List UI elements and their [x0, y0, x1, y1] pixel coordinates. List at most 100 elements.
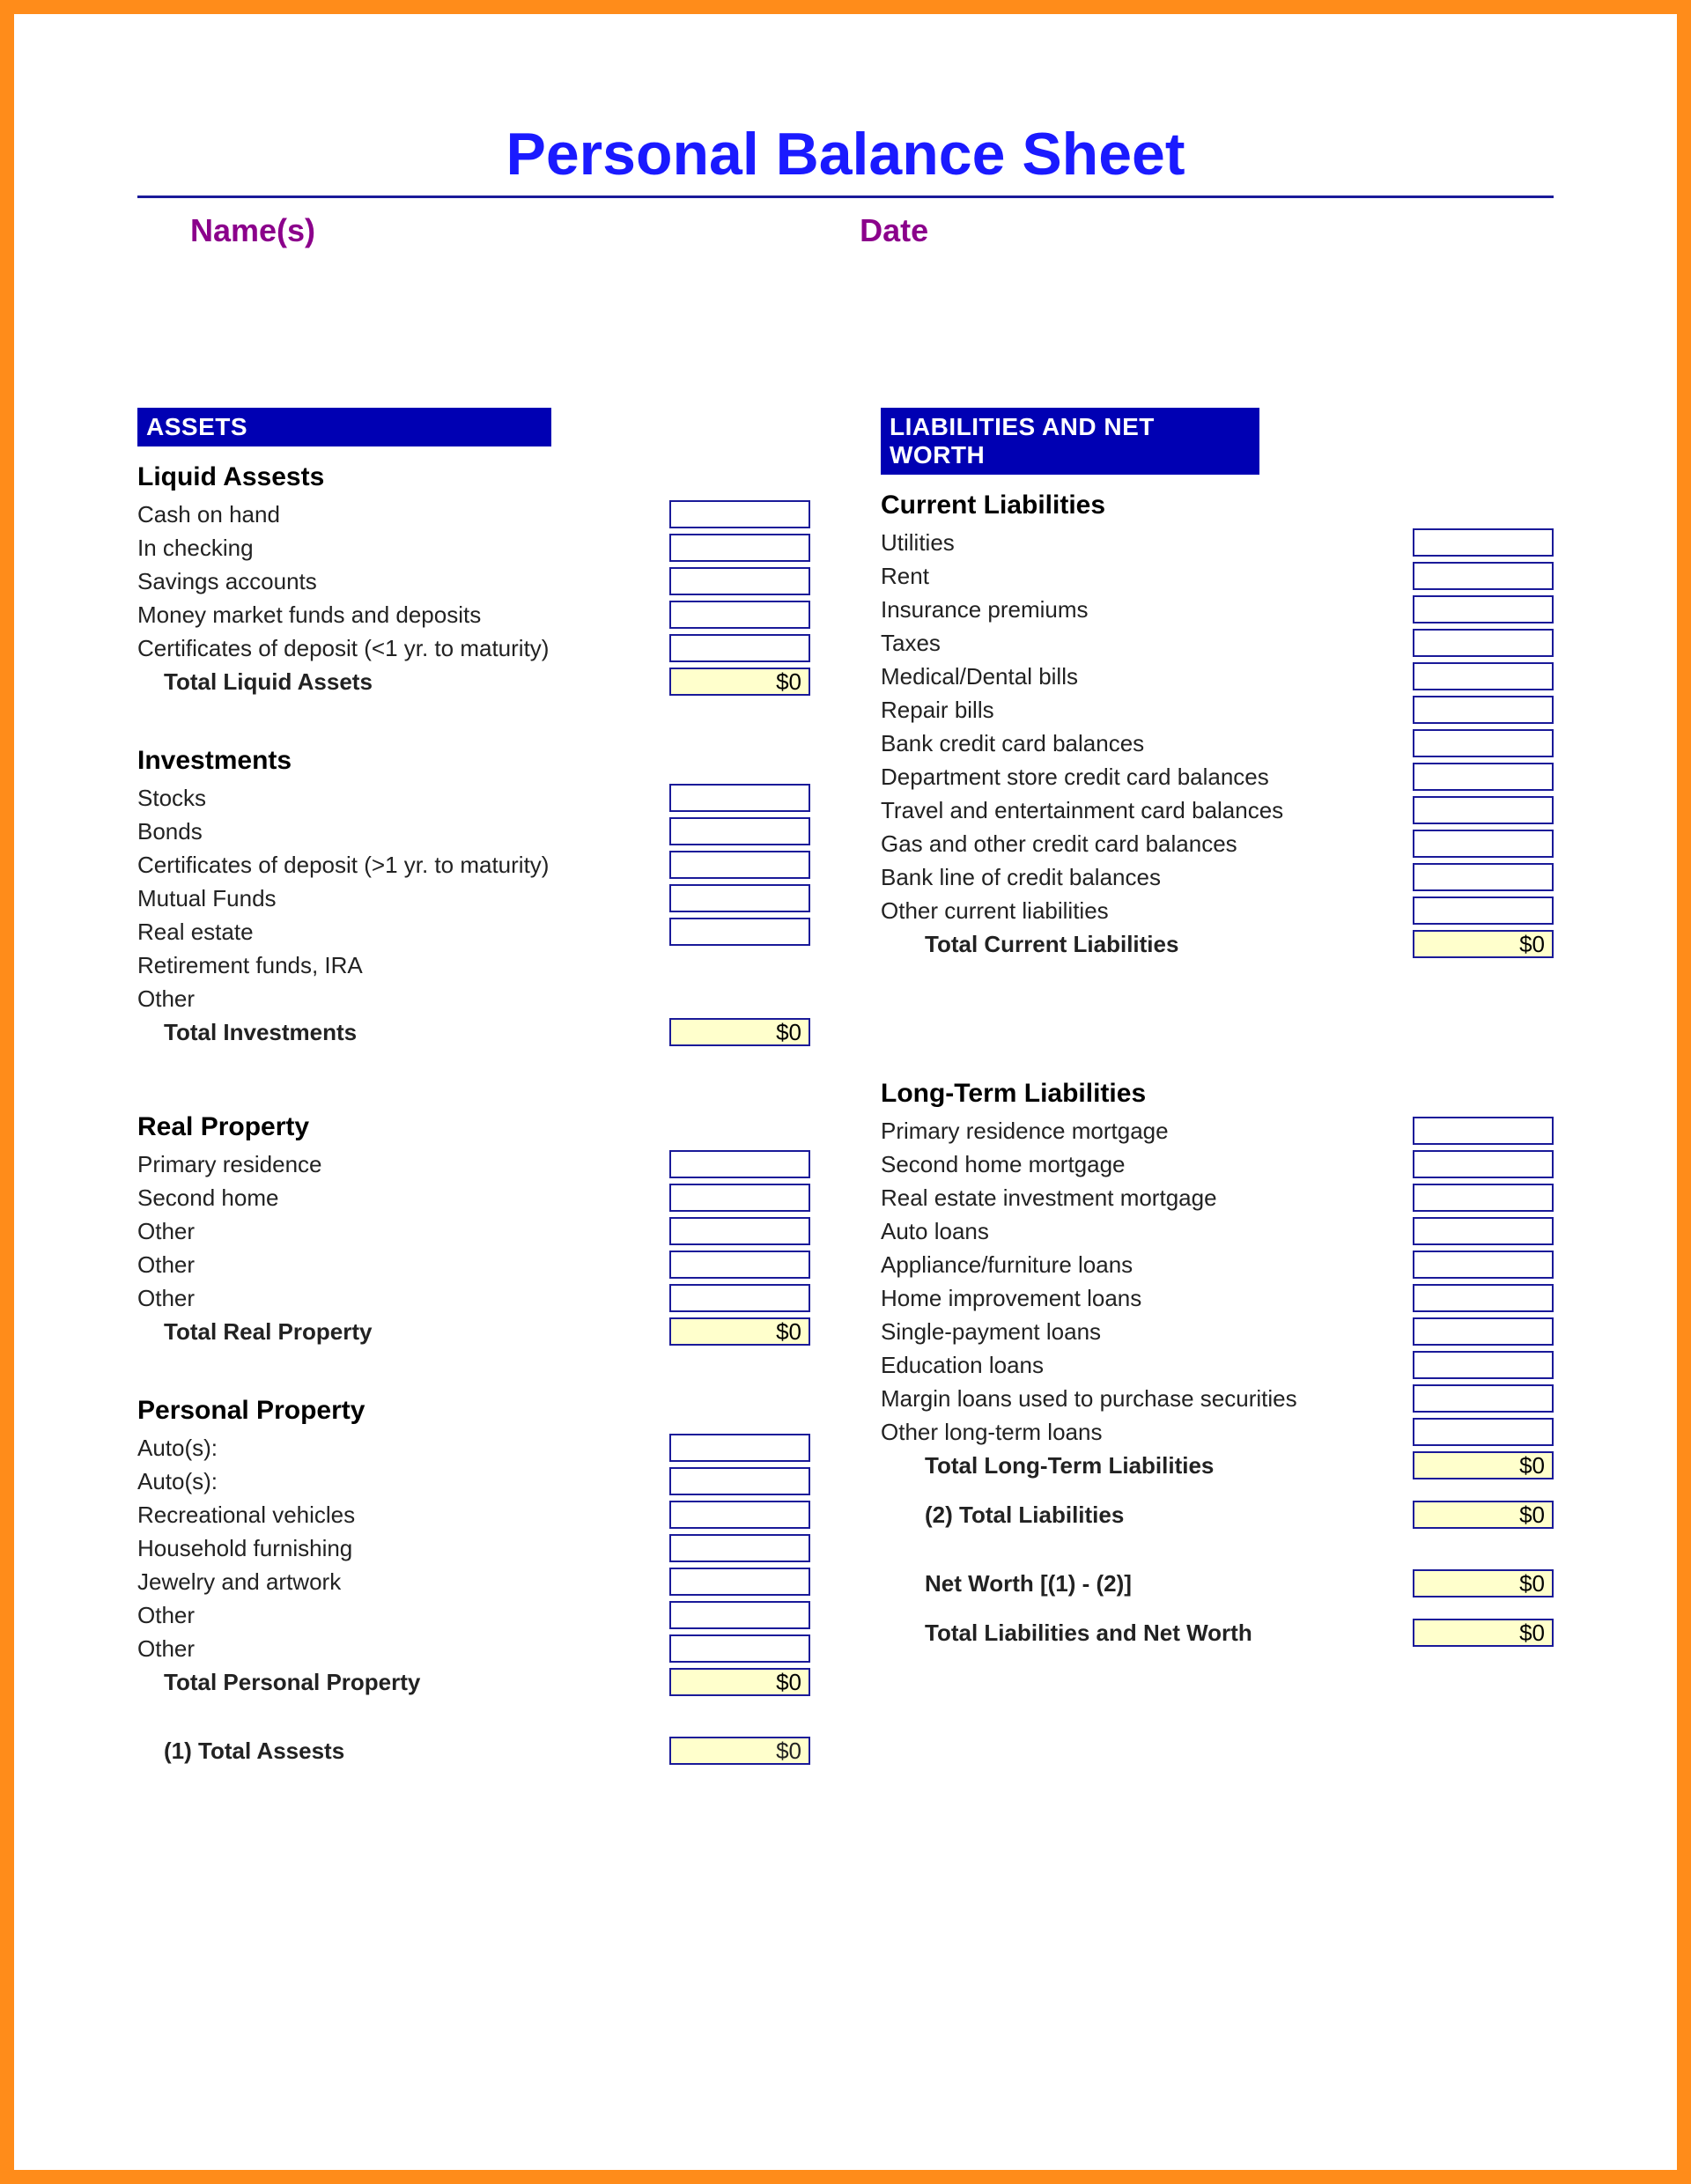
current-liability-row: Bank line of credit balances — [881, 860, 1554, 894]
current-liability-input-cell[interactable] — [1413, 863, 1554, 891]
investment-row: Stocks — [137, 781, 810, 815]
investment-input-cell[interactable] — [669, 817, 810, 845]
current-liability-label: Medical/Dental bills — [881, 663, 1302, 690]
longterm-liability-input-cell[interactable] — [1413, 1150, 1554, 1178]
real-property-input-cell[interactable] — [669, 1150, 810, 1178]
current-liability-label: Department store credit card balances — [881, 764, 1302, 791]
liquid-asset-input-cell[interactable] — [669, 567, 810, 595]
current-liability-input-cell[interactable] — [1413, 729, 1554, 757]
liquid-asset-row: Cash on hand — [137, 498, 810, 531]
longterm-liability-row: Home improvement loans — [881, 1281, 1554, 1315]
longterm-liability-input-cell[interactable] — [1413, 1384, 1554, 1413]
current-liability-input-cell[interactable] — [1413, 696, 1554, 724]
current-liability-input-cell[interactable] — [1413, 830, 1554, 858]
investment-row: Retirement funds, IRA — [137, 948, 810, 982]
investment-row: Certificates of deposit (>1 yr. to matur… — [137, 848, 810, 882]
total-real-property-value: $0 — [669, 1317, 810, 1346]
current-liability-label: Bank credit card balances — [881, 730, 1302, 757]
assets-column: ASSETS Liquid Assests Cash on handIn che… — [137, 408, 846, 1767]
total-investments-row: Total Investments $0 — [137, 1015, 810, 1049]
longterm-liability-label: Auto loans — [881, 1218, 1302, 1245]
longterm-liability-label: Primary residence mortgage — [881, 1118, 1302, 1145]
personal-property-label: Recreational vehicles — [137, 1502, 578, 1529]
investment-input-cell[interactable] — [669, 918, 810, 946]
current-liability-input-cell[interactable] — [1413, 562, 1554, 590]
personal-property-input-cell[interactable] — [669, 1434, 810, 1462]
investment-label: Stocks — [137, 785, 578, 812]
current-liability-input-cell[interactable] — [1413, 595, 1554, 623]
longterm-liability-row: Other long-term loans — [881, 1415, 1554, 1449]
liquid-asset-input-cell[interactable] — [669, 634, 810, 662]
current-liability-row: Medical/Dental bills — [881, 660, 1554, 693]
personal-property-input-cell[interactable] — [669, 1601, 810, 1629]
investment-label: Certificates of deposit (>1 yr. to matur… — [137, 852, 578, 879]
investment-row: Real estate — [137, 915, 810, 948]
current-liability-label: Gas and other credit card balances — [881, 830, 1302, 858]
longterm-liability-input-cell[interactable] — [1413, 1284, 1554, 1312]
longterm-liability-input-cell[interactable] — [1413, 1217, 1554, 1245]
liquid-asset-input-cell[interactable] — [669, 500, 810, 528]
real-property-row: Other — [137, 1214, 810, 1248]
personal-property-head: Personal Property — [137, 1396, 810, 1426]
total-personal-property-label: Total Personal Property — [137, 1669, 578, 1696]
longterm-liability-row: Primary residence mortgage — [881, 1114, 1554, 1147]
personal-property-input-cell[interactable] — [669, 1501, 810, 1529]
longterm-liability-label: Margin loans used to purchase securities — [881, 1385, 1302, 1413]
liquid-asset-input-cell[interactable] — [669, 601, 810, 629]
investment-input-cell[interactable] — [669, 851, 810, 879]
current-liability-input-cell[interactable] — [1413, 896, 1554, 925]
real-property-input-cell[interactable] — [669, 1284, 810, 1312]
personal-property-input-cell[interactable] — [669, 1534, 810, 1562]
longterm-liability-input-cell[interactable] — [1413, 1317, 1554, 1346]
current-liability-input-cell[interactable] — [1413, 763, 1554, 791]
real-property-input-cell[interactable] — [669, 1217, 810, 1245]
current-liability-input-cell[interactable] — [1413, 796, 1554, 824]
personal-property-input-cell[interactable] — [669, 1467, 810, 1495]
personal-property-label: Auto(s): — [137, 1468, 578, 1495]
personal-property-row: Other — [137, 1632, 810, 1665]
current-liability-input-cell[interactable] — [1413, 662, 1554, 690]
content-columns: ASSETS Liquid Assests Cash on handIn che… — [137, 408, 1554, 1767]
investments-head: Investments — [137, 746, 810, 776]
investment-input-cell[interactable] — [669, 784, 810, 812]
liabilities-band: LIABILITIES AND NET WORTH — [881, 408, 1259, 475]
longterm-liability-input-cell[interactable] — [1413, 1117, 1554, 1145]
longterm-liability-input-cell[interactable] — [1413, 1184, 1554, 1212]
real-property-label: Other — [137, 1218, 578, 1245]
liquid-asset-input-cell[interactable] — [669, 534, 810, 562]
longterm-liability-row: Appliance/furniture loans — [881, 1248, 1554, 1281]
total-current-liabilities-label: Total Current Liabilities — [881, 931, 1302, 958]
total-personal-property-value: $0 — [669, 1668, 810, 1696]
longterm-liability-label: Other long-term loans — [881, 1419, 1302, 1446]
personal-property-input-cell[interactable] — [669, 1568, 810, 1596]
longterm-liability-row: Second home mortgage — [881, 1147, 1554, 1181]
current-liability-input-cell[interactable] — [1413, 528, 1554, 557]
investment-label: Other — [137, 985, 578, 1013]
net-worth-row: Net Worth [(1) - (2)] $0 — [881, 1567, 1554, 1600]
longterm-liability-label: Home improvement loans — [881, 1285, 1302, 1312]
current-liability-row: Other current liabilities — [881, 894, 1554, 927]
current-liability-label: Repair bills — [881, 697, 1302, 724]
real-property-input-cell[interactable] — [669, 1251, 810, 1279]
current-liabilities-head: Current Liabilities — [881, 491, 1554, 520]
liquid-asset-row: Certificates of deposit (<1 yr. to matur… — [137, 631, 810, 665]
longterm-liability-row: Real estate investment mortgage — [881, 1181, 1554, 1214]
current-liability-label: Rent — [881, 563, 1302, 590]
liquid-asset-row: Money market funds and deposits — [137, 598, 810, 631]
personal-property-row: Other — [137, 1598, 810, 1632]
investment-input-cell — [669, 951, 810, 979]
investment-row: Bonds — [137, 815, 810, 848]
longterm-liability-input-cell[interactable] — [1413, 1418, 1554, 1446]
investment-input-cell[interactable] — [669, 884, 810, 912]
real-property-input-cell[interactable] — [669, 1184, 810, 1212]
current-liability-input-cell[interactable] — [1413, 629, 1554, 657]
longterm-liability-input-cell[interactable] — [1413, 1251, 1554, 1279]
assets-band: ASSETS — [137, 408, 551, 446]
personal-property-input-cell[interactable] — [669, 1634, 810, 1663]
current-liability-row: Repair bills — [881, 693, 1554, 727]
liquid-asset-row: In checking — [137, 531, 810, 564]
longterm-liability-label: Second home mortgage — [881, 1151, 1302, 1178]
longterm-liability-input-cell[interactable] — [1413, 1351, 1554, 1379]
current-liability-row: Insurance premiums — [881, 593, 1554, 626]
longterm-liability-label: Education loans — [881, 1352, 1302, 1379]
